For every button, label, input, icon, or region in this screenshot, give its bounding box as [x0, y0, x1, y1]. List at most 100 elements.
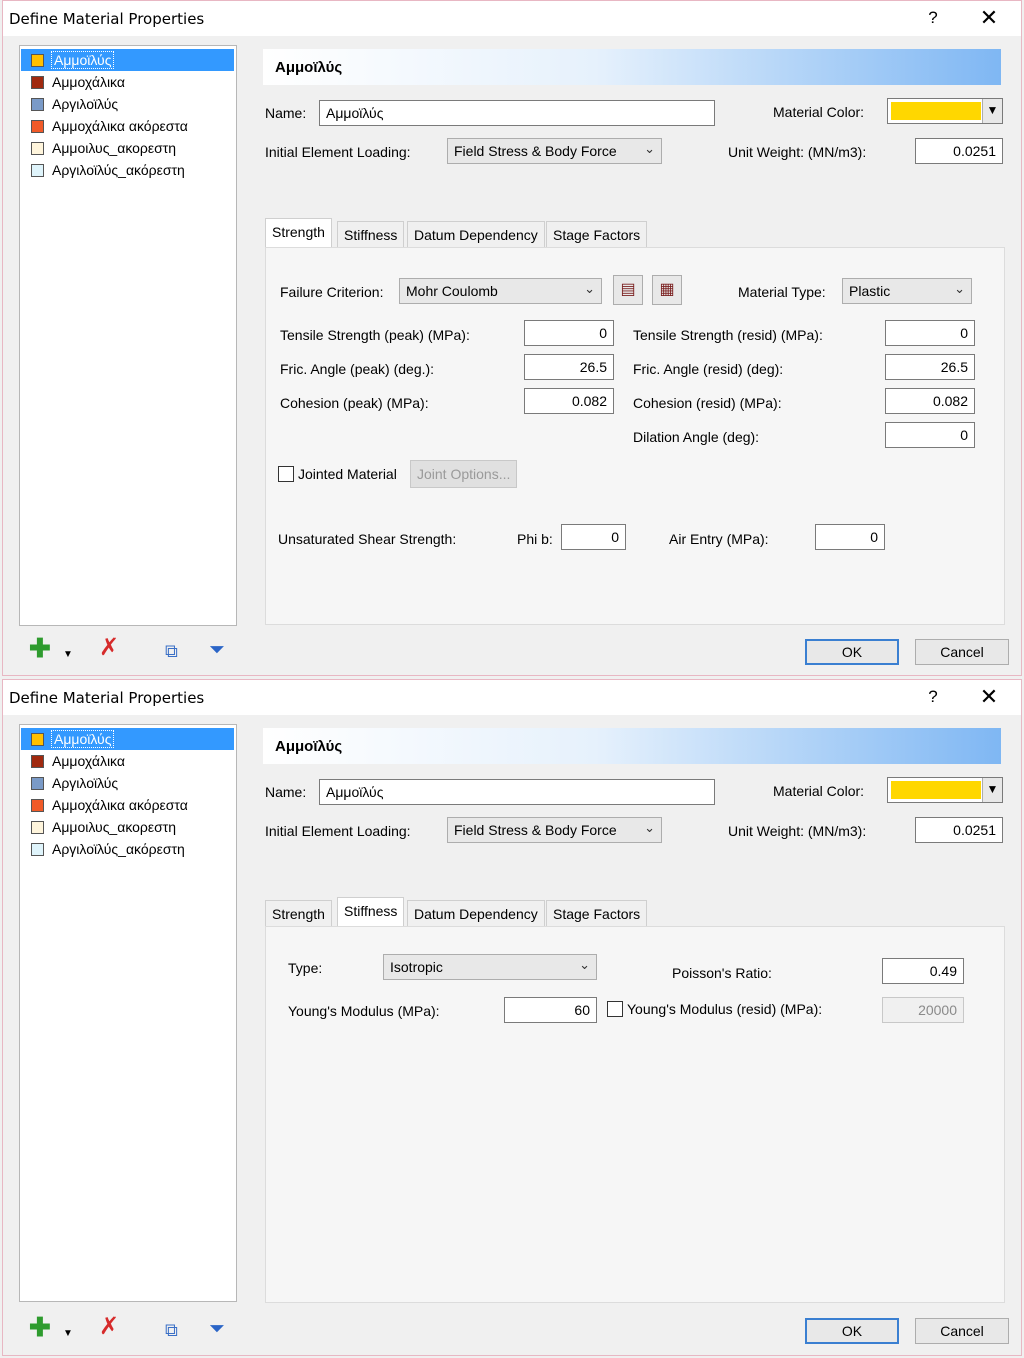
material-color-picker[interactable]: ▼: [887, 777, 1003, 803]
material-list-item[interactable]: Αργιλοϊλύς_ακόρεστη: [21, 159, 185, 181]
stiffness-panel: Type: Isotropic ⌄ Poisson's Ratio: 0.49 …: [265, 926, 1005, 1303]
chevron-down-icon: ⌄: [644, 820, 655, 835]
cancel-button[interactable]: Cancel: [915, 639, 1009, 665]
initial-loading-value: Field Stress & Body Force: [454, 822, 617, 838]
material-list-item[interactable]: Αργιλοϊλύς: [21, 93, 118, 115]
youngs-modulus-input[interactable]: 60: [504, 997, 597, 1023]
poissons-ratio-input[interactable]: 0.49: [882, 958, 964, 984]
material-type-select[interactable]: Plastic ⌄: [842, 278, 972, 304]
failure-criterion-select[interactable]: Mohr Coulomb ⌄: [399, 278, 602, 304]
material-header-title: Αμμοϊλύς: [275, 738, 343, 755]
unsaturated-shear-label: Unsaturated Shear Strength:: [278, 531, 457, 547]
cancel-button[interactable]: Cancel: [915, 1318, 1009, 1344]
plus-icon[interactable]: ✚: [29, 635, 51, 661]
material-list-item[interactable]: Αμμοχάλικα: [21, 71, 125, 93]
close-button[interactable]: ✕: [977, 5, 1001, 31]
material-list-item[interactable]: Αμμοιλυς_ακορεστη: [21, 137, 176, 159]
stiffness-type-value: Isotropic: [390, 959, 443, 975]
material-list-item[interactable]: Αμμοιλυς_ακορεστη: [21, 816, 176, 838]
tensile-peak-label: Tensile Strength (peak) (MPa):: [280, 327, 470, 343]
plus-icon[interactable]: ✚: [29, 1314, 51, 1340]
delete-icon[interactable]: ✗: [99, 636, 119, 660]
chevron-down-icon[interactable]: ▼: [63, 644, 73, 666]
material-header: Αμμοϊλύς: [263, 49, 1001, 85]
fric-resid-label: Fric. Angle (resid) (deg):: [633, 361, 784, 377]
material-list-label: Αργιλοϊλύς: [52, 96, 119, 112]
material-list[interactable]: Αμμοϊλύς Αμμοχάλικα Αργιλοϊλύς Αμμοχάλικ…: [19, 724, 237, 1302]
material-list[interactable]: Αμμοϊλύς Αμμοχάλικα Αργιλοϊλύς Αμμοχάλικ…: [19, 45, 237, 626]
tensile-peak-input[interactable]: 0: [524, 320, 614, 346]
initial-loading-select[interactable]: Field Stress & Body Force ⌄: [447, 817, 662, 843]
material-header-title: Αμμοϊλύς: [275, 59, 343, 76]
material-list-item[interactable]: Αμμοϊλύς: [21, 728, 234, 750]
ok-button[interactable]: OK: [805, 1318, 899, 1344]
define-material-dialog-stiffness: Define Material Properties ? ✕ Αμμοϊλύς …: [2, 679, 1022, 1356]
tab-stiffness[interactable]: Stiffness: [337, 221, 405, 247]
initial-loading-select[interactable]: Field Stress & Body Force ⌄: [447, 138, 662, 164]
tab-strength[interactable]: Strength: [265, 218, 332, 247]
material-list-item[interactable]: Αμμοϊλύς: [21, 49, 234, 71]
initial-loading-label: Initial Element Loading:: [265, 144, 411, 160]
phi-b-input[interactable]: 0: [561, 524, 626, 550]
filter-icon[interactable]: ⏷: [209, 639, 225, 661]
material-list-item[interactable]: Αργιλοϊλύς: [21, 772, 118, 794]
name-label: Name:: [265, 105, 307, 121]
chevron-down-icon[interactable]: ▼: [982, 778, 1002, 802]
close-button[interactable]: ✕: [977, 684, 1001, 710]
ok-button[interactable]: OK: [805, 639, 899, 665]
chevron-down-icon: ⌄: [579, 957, 590, 972]
criterion-paste-icon[interactable]: ▦: [652, 275, 682, 305]
material-list-label: Αμμοχάλικα ακόρεστα: [52, 797, 188, 813]
material-color-fill: [891, 781, 981, 799]
fric-peak-input[interactable]: 26.5: [524, 354, 614, 380]
criterion-properties-icon[interactable]: ▤: [613, 275, 643, 305]
joint-options-button[interactable]: Joint Options...: [410, 460, 518, 488]
name-input[interactable]: Αμμοϊλύς: [319, 779, 715, 805]
tab-datum-dependency[interactable]: Datum Dependency: [407, 221, 545, 247]
title-bar: Define Material Properties ? ✕: [3, 1, 1021, 36]
help-button[interactable]: ?: [923, 8, 943, 28]
tab-stiffness[interactable]: Stiffness: [337, 897, 405, 926]
unit-weight-input[interactable]: 0.0251: [915, 817, 1003, 843]
material-list-item[interactable]: Αμμοχάλικα: [21, 750, 125, 772]
material-color-swatch: [31, 820, 44, 834]
filter-icon[interactable]: ⏷: [209, 1318, 225, 1340]
material-color-swatch: [31, 141, 44, 155]
air-entry-label: Air Entry (MPa):: [669, 531, 769, 547]
chevron-down-icon: ⌄: [954, 281, 965, 296]
help-button[interactable]: ?: [923, 687, 943, 707]
chevron-down-icon[interactable]: ▼: [63, 1323, 73, 1345]
material-list-item[interactable]: Αμμοχάλικα ακόρεστα: [21, 794, 188, 816]
tensile-resid-input[interactable]: 0: [885, 320, 975, 346]
youngs-resid-checkbox[interactable]: [607, 1001, 623, 1017]
material-color-label: Material Color:: [773, 104, 865, 120]
material-color-swatch: [31, 842, 44, 856]
fric-resid-input[interactable]: 26.5: [885, 354, 975, 380]
material-color-swatch: [31, 163, 44, 177]
copy-icon[interactable]: ⧉: [165, 640, 178, 662]
tab-strength[interactable]: Strength: [265, 900, 332, 926]
cohesion-peak-input[interactable]: 0.082: [524, 388, 614, 414]
tab-datum-dependency[interactable]: Datum Dependency: [407, 900, 545, 926]
stiffness-type-select[interactable]: Isotropic ⌄: [383, 954, 597, 980]
name-input[interactable]: Αμμοϊλύς: [319, 100, 715, 126]
tab-stage-factors[interactable]: Stage Factors: [546, 900, 648, 926]
material-list-item[interactable]: Αμμοχάλικα ακόρεστα: [21, 115, 188, 137]
material-list-label: Αμμοϊλύς: [50, 51, 115, 69]
material-list-label: Αμμοϊλύς: [50, 730, 115, 748]
jointed-material-checkbox[interactable]: [278, 466, 294, 482]
material-list-label: Αμμοχάλικα: [52, 753, 125, 769]
air-entry-input[interactable]: 0: [815, 524, 885, 550]
tab-stage-factors[interactable]: Stage Factors: [546, 221, 648, 247]
unit-weight-input[interactable]: 0.0251: [915, 138, 1003, 164]
chevron-down-icon[interactable]: ▼: [982, 99, 1002, 123]
delete-icon[interactable]: ✗: [99, 1315, 119, 1339]
cohesion-resid-input[interactable]: 0.082: [885, 388, 975, 414]
youngs-resid-input[interactable]: 20000: [882, 997, 964, 1023]
failure-criterion-label: Failure Criterion:: [280, 284, 384, 300]
material-color-picker[interactable]: ▼: [887, 98, 1003, 124]
dilation-angle-input[interactable]: 0: [885, 422, 975, 448]
material-list-item[interactable]: Αργιλοϊλύς_ακόρεστη: [21, 838, 185, 860]
copy-icon[interactable]: ⧉: [165, 1319, 178, 1341]
poissons-ratio-label: Poisson's Ratio:: [672, 965, 772, 981]
